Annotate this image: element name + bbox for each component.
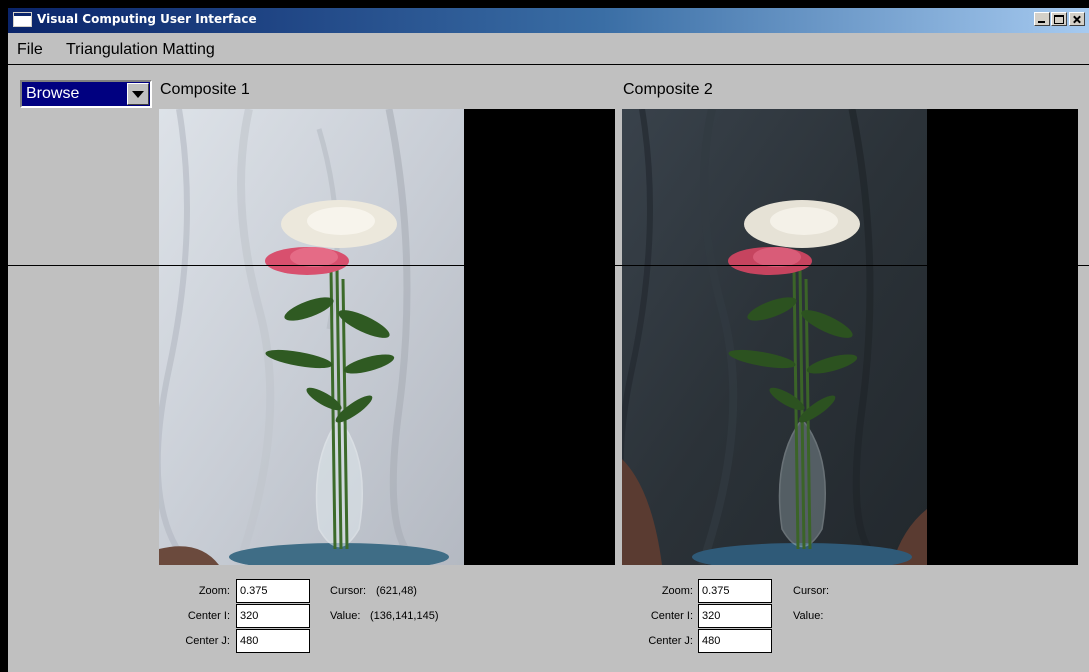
center-j-label-1: Center J: [185, 635, 230, 647]
image-view-composite-1[interactable] [159, 109, 615, 565]
composite-2-photo [622, 109, 927, 565]
zoom-label-1: Zoom: [198, 585, 230, 597]
menu-bar: File Triangulation Matting [8, 33, 1089, 65]
window-app-icon [13, 12, 32, 27]
window-controls [1023, 12, 1089, 29]
cursor-label-1: Cursor: [330, 585, 367, 597]
title-bar[interactable]: Visual Computing User Interface [8, 8, 1089, 33]
value-label-1: Value: [330, 610, 361, 622]
value-value-1: (136,141,145) [370, 610, 439, 622]
center-i-label-1: Center I: [187, 610, 230, 622]
zoom-label-2: Zoom: [661, 585, 693, 597]
image-view-composite-2[interactable] [622, 109, 1078, 565]
center-j-label-2: Center J: [648, 635, 693, 647]
center-i-label-2: Center I: [650, 610, 693, 622]
window-title: Visual Computing User Interface [37, 12, 257, 26]
zoom-input-2[interactable] [698, 579, 772, 603]
mode-select[interactable]: Browse [20, 80, 152, 108]
close-icon[interactable] [1069, 12, 1085, 26]
panel-title-composite-1: Composite 1 [160, 81, 250, 98]
value-label-2: Value: [793, 610, 824, 622]
maximize-icon[interactable] [1051, 12, 1067, 26]
cursor-label-2: Cursor: [793, 585, 830, 597]
menu-file[interactable]: File [17, 41, 43, 59]
center-i-input-2[interactable] [698, 604, 772, 628]
minimize-icon[interactable] [1034, 12, 1050, 26]
mode-select-value: Browse [26, 85, 80, 102]
menu-triangulation-matting[interactable]: Triangulation Matting [66, 41, 215, 59]
cursor-value-1: (621,48) [376, 585, 417, 597]
composite-1-photo [159, 109, 464, 565]
center-j-input-1[interactable] [236, 629, 310, 653]
app-window: Visual Computing User Interface File Tri… [8, 8, 1089, 672]
center-j-input-2[interactable] [698, 629, 772, 653]
cursor-crosshair-line [0, 265, 1089, 266]
chevron-down-icon[interactable] [127, 83, 149, 105]
panel-title-composite-2: Composite 2 [623, 81, 713, 98]
center-i-input-1[interactable] [236, 604, 310, 628]
zoom-input-1[interactable] [236, 579, 310, 603]
